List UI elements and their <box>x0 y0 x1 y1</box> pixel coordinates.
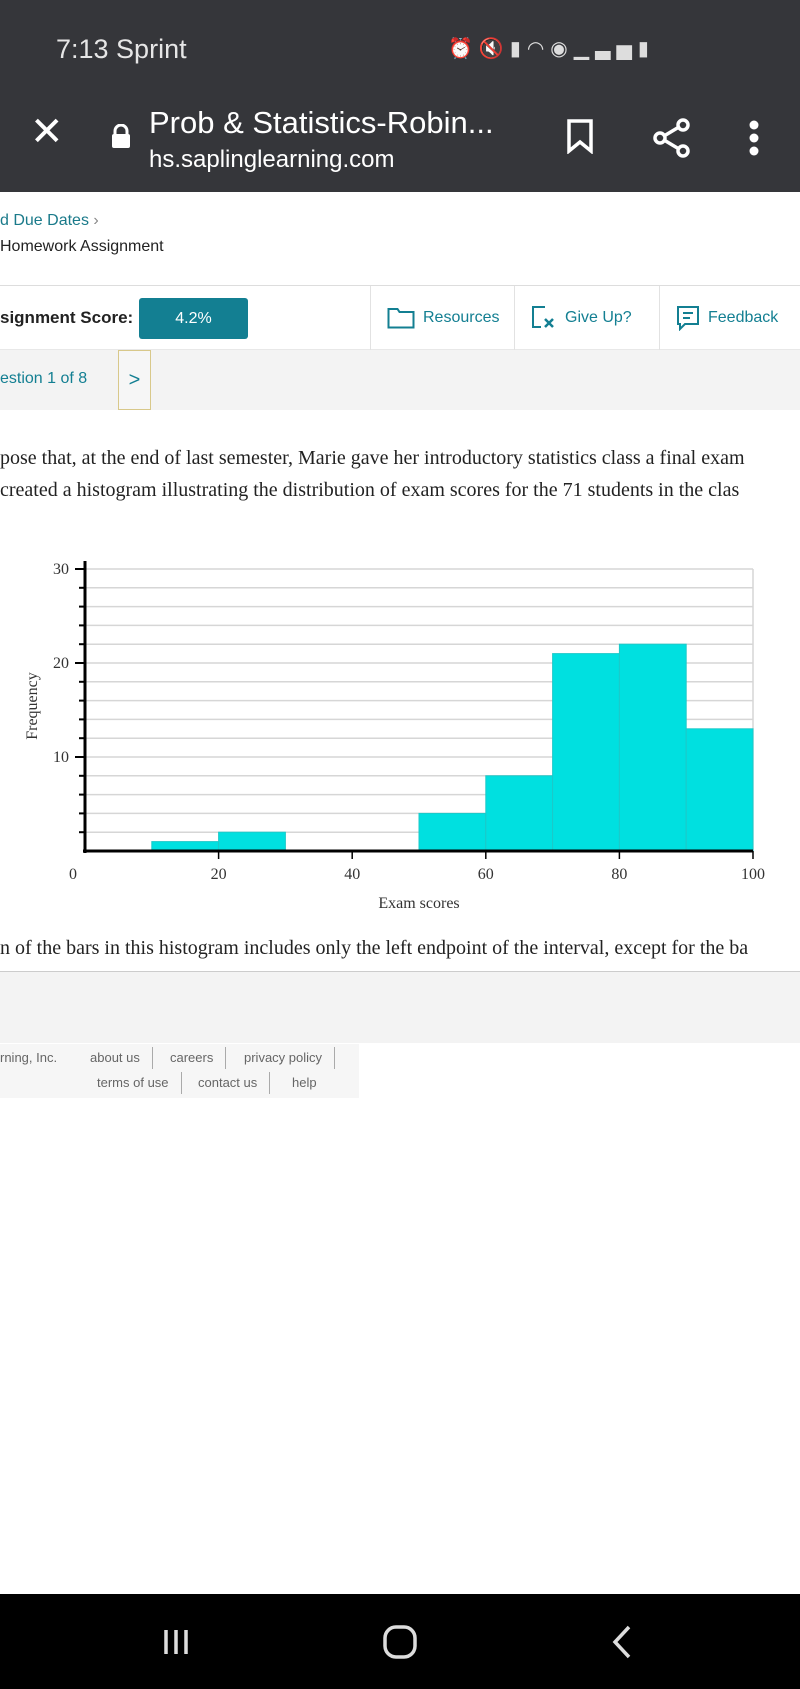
footer-link-terms[interactable]: terms of use <box>85 1072 182 1094</box>
page-title: Prob & Statistics-Robin... <box>149 105 494 140</box>
battery-icon: ▮ <box>637 38 655 60</box>
x-tick-label: 20 <box>211 866 227 883</box>
score-bar: signment Score: 4.2% Resources Give Up? … <box>0 285 800 350</box>
x-tick-label: 100 <box>741 866 765 883</box>
site-footer: rning, Inc. about us careers privacy pol… <box>0 1044 359 1098</box>
y-tick-label: 30 <box>53 561 69 578</box>
resources-button[interactable]: Resources <box>370 286 514 350</box>
volte-icon: ◉ <box>550 38 574 60</box>
give-up-icon <box>532 306 554 328</box>
folder-icon <box>387 308 415 329</box>
x-tick-label: 60 <box>478 866 494 883</box>
footer-link-privacy[interactable]: privacy policy <box>232 1047 336 1069</box>
question-counter: estion 1 of 8 <box>0 370 88 387</box>
feedback-button[interactable]: Feedback <box>659 286 800 350</box>
mute-icon: 🔇 <box>478 38 510 60</box>
question-text-line: pose that, at the end of last semester, … <box>0 447 745 469</box>
breadcrumb-link[interactable]: d Due Dates <box>0 212 89 229</box>
question-text-line: created a histogram illustrating the dis… <box>0 479 740 501</box>
footer-link-contact[interactable]: contact us <box>186 1072 271 1094</box>
x-tick-label: 0 <box>69 866 77 883</box>
x-axis-label: Exam scores <box>378 895 459 912</box>
y-tick-label: 10 <box>53 749 69 766</box>
more-options-icon[interactable] <box>748 120 760 156</box>
next-question-button[interactable]: > <box>118 350 151 410</box>
content-footer-band <box>0 971 800 1043</box>
breadcrumb-current: Homework Assignment <box>0 238 164 255</box>
wifi-icon: ◠ <box>526 38 551 60</box>
x-tick-label: 40 <box>344 866 360 883</box>
question-nav: estion 1 of 8 > <box>0 350 800 410</box>
histogram-bar <box>552 653 620 852</box>
y-axis-label: Frequency <box>24 672 41 740</box>
histogram-bar <box>418 812 487 852</box>
alarm-icon: ⏰ <box>448 38 479 60</box>
feedback-icon <box>677 306 699 331</box>
x-tick-label: 80 <box>611 866 627 883</box>
android-nav-bar <box>0 1594 800 1689</box>
lock-icon <box>112 124 130 148</box>
score-label: signment Score: <box>0 308 134 327</box>
status-time: 7:13 Sprint <box>56 34 187 64</box>
back-icon[interactable] <box>610 1624 634 1660</box>
home-icon[interactable] <box>382 1624 418 1660</box>
give-up-button[interactable]: Give Up? <box>514 286 659 350</box>
browser-header: 7:13 Sprint ⏰🔇▮◠◉▁▃▅▮ ✕ Prob & Statistic… <box>0 0 800 192</box>
give-up-label: Give Up? <box>565 309 632 326</box>
copyright: rning, Inc. <box>0 1050 58 1065</box>
chevron-right-icon: › <box>93 212 99 229</box>
signal-icon: ▁▃▅ <box>573 38 638 60</box>
share-icon[interactable] <box>652 118 692 158</box>
y-tick-label: 20 <box>53 655 69 672</box>
breadcrumb-parent[interactable]: d Due Dates › <box>0 212 99 230</box>
score-button[interactable]: 4.2% <box>139 298 248 339</box>
footer-link-about[interactable]: about us <box>78 1047 153 1069</box>
histogram-chart: 10 20 30 0 20 40 60 80 100 Exam scores Frequency <box>24 561 765 912</box>
footer-link-help[interactable]: help <box>280 1072 329 1094</box>
feedback-label: Feedback <box>708 309 779 326</box>
histogram-bar <box>685 728 754 852</box>
question-text-line: n of the bars in this histogram includes… <box>0 937 749 959</box>
footer-link-careers[interactable]: careers <box>158 1047 227 1069</box>
close-icon[interactable]: ✕ <box>30 112 64 152</box>
histogram-bar <box>485 775 554 852</box>
recent-apps-icon[interactable] <box>160 1626 192 1658</box>
histogram-bar <box>218 831 286 852</box>
bookmark-icon[interactable] <box>566 118 594 154</box>
histogram-bar <box>618 643 687 852</box>
battery-saver-icon: ▮ <box>509 38 527 60</box>
resources-label: Resources <box>423 309 500 326</box>
page-url[interactable]: hs.saplinglearning.com <box>149 146 394 174</box>
status-icons: ⏰🔇▮◠◉▁▃▅▮ <box>448 36 655 61</box>
